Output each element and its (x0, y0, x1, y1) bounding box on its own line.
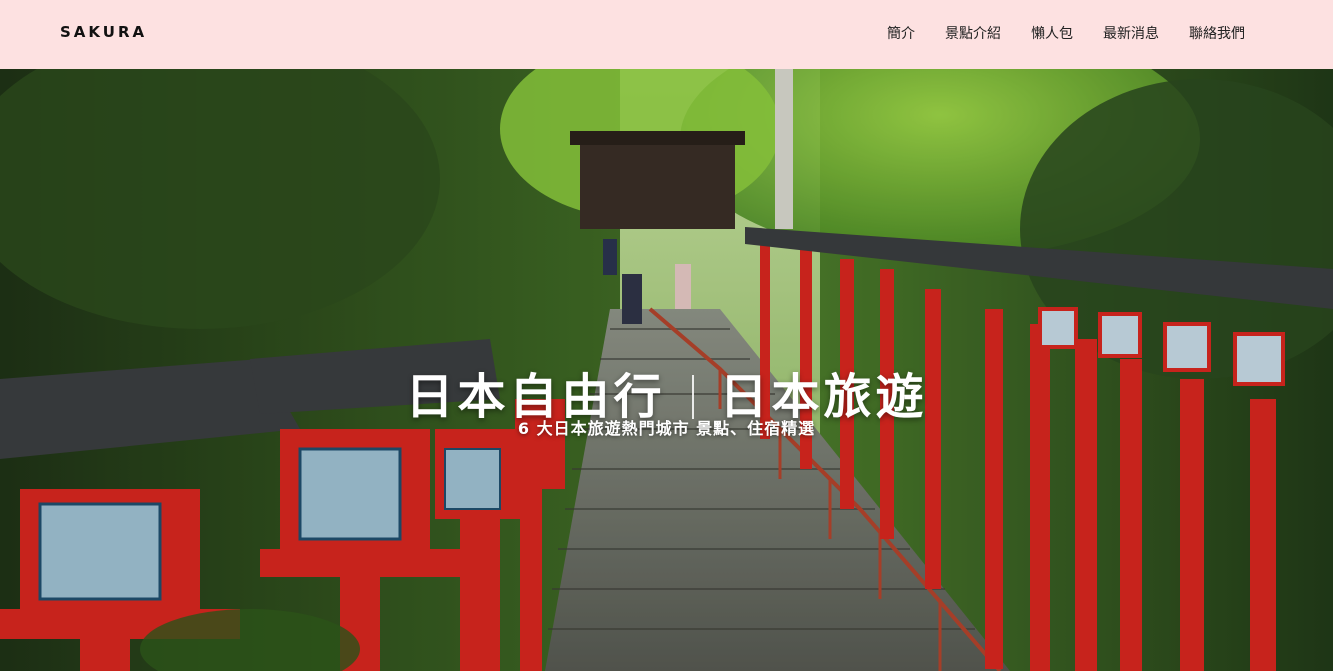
nav-link-news[interactable]: 最新消息 (1103, 26, 1159, 42)
nav-item: 最新消息 (1103, 23, 1159, 43)
nav-link-intro[interactable]: 簡介 (887, 26, 915, 42)
title-separator (691, 375, 694, 420)
nav-link-attractions[interactable]: 景點介紹 (945, 26, 1001, 42)
nav-link-guide[interactable]: 懶人包 (1031, 26, 1073, 42)
nav-item: 景點介紹 (945, 23, 1001, 43)
top-navbar: SAKURA 簡介 景點介紹 懶人包 最新消息 聯絡我們 (0, 0, 1333, 69)
nav-menu: 簡介 景點介紹 懶人包 最新消息 聯絡我們 (887, 23, 1245, 43)
nav-link-contact[interactable]: 聯絡我們 (1189, 26, 1245, 42)
nav-item: 簡介 (887, 23, 915, 43)
brand-logo-link[interactable]: SAKURA (60, 23, 147, 41)
hero-section: 日本自由行 日本旅遊 6 大日本旅遊熱門城市 景點、住宿精選 (0, 69, 1333, 671)
nav-item: 聯絡我們 (1189, 23, 1245, 43)
nav-item: 懶人包 (1031, 23, 1073, 43)
hero-subtitle: 6 大日本旅遊熱門城市 景點、住宿精選 (517, 419, 816, 438)
